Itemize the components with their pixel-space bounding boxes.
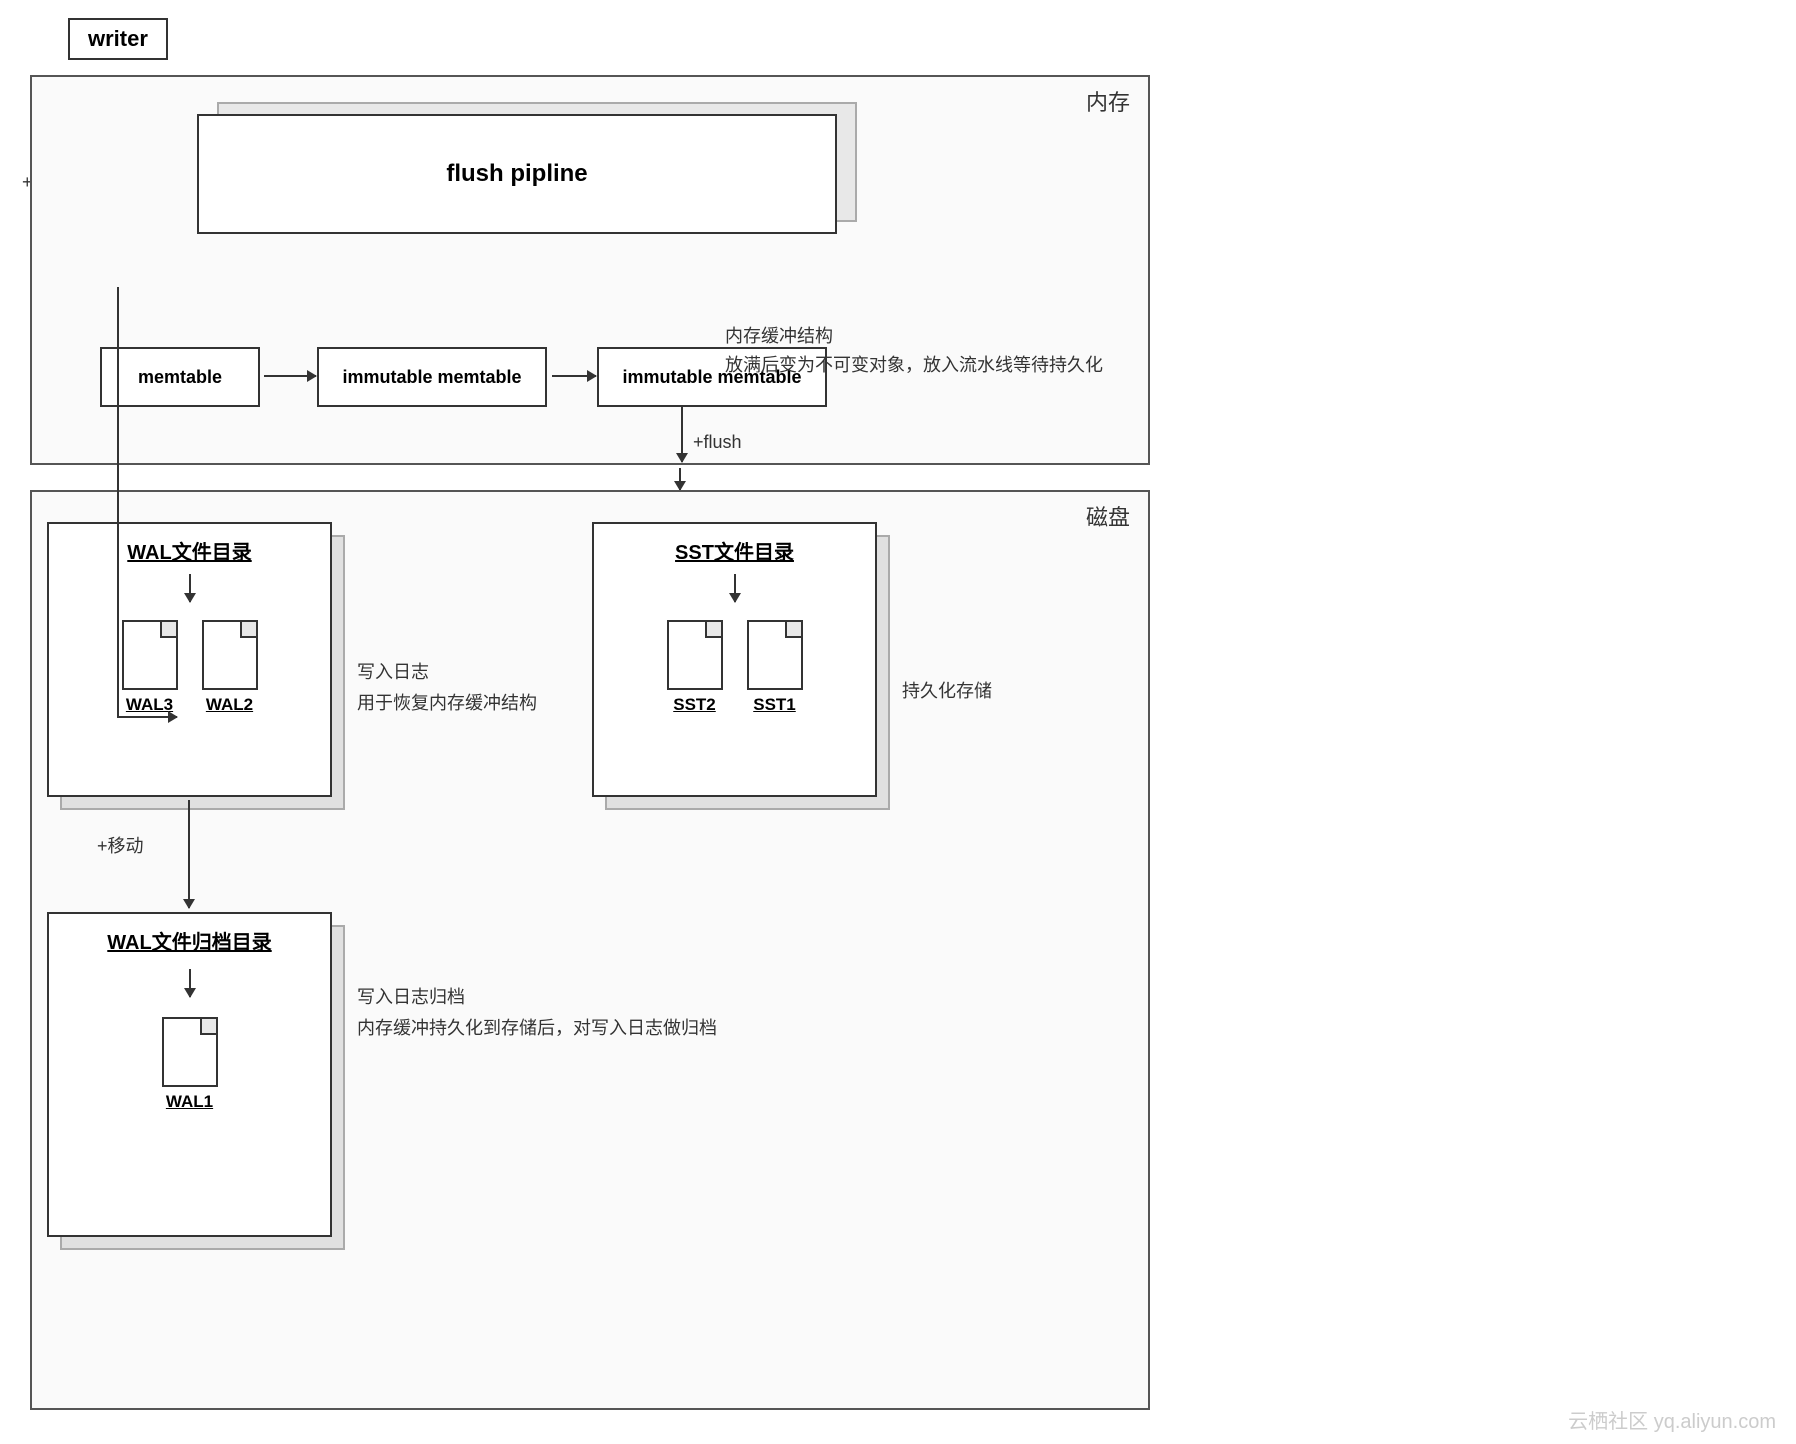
flush-pipeline-label: flush pipline	[446, 160, 587, 188]
immutable1-label: immutable memtable	[342, 367, 521, 388]
wal-archive-box: WAL文件归档目录 WAL1	[47, 912, 332, 1237]
wal-files-row: WAL3 WAL2	[49, 620, 330, 715]
wal1-icon	[162, 1017, 218, 1087]
sst-files-row: SST2 SST1	[594, 620, 875, 715]
flush-arrow	[679, 468, 681, 490]
wal-arch-note-line1: 写入日志归档	[357, 982, 717, 1013]
sst-dir-box: SST文件目录 SST2	[592, 522, 877, 797]
writer-box: writer	[68, 18, 168, 60]
wal2-label: WAL2	[206, 695, 253, 715]
wal-arch-title: WAL文件归档目录	[49, 914, 330, 955]
sst2-label: SST2	[673, 695, 716, 715]
wal3-label: WAL3	[126, 695, 173, 715]
arrow-imm2-down	[681, 407, 683, 462]
sst2-icon	[667, 620, 723, 690]
wal1-file: WAL1	[162, 1017, 218, 1112]
sst-note: 持久化存储	[902, 677, 992, 703]
sst2-file: SST2	[667, 620, 723, 715]
wal-dir-box: WAL文件目录 WAL3	[47, 522, 332, 797]
move-label: +移动	[97, 832, 144, 858]
memory-region: 内存 flush pipline memtable immutable memt…	[30, 75, 1150, 465]
memory-note-line2: 放满后变为不可变对象，放入流水线等待持久化	[725, 351, 1103, 380]
wal-dir-title: WAL文件目录	[49, 524, 330, 565]
arrow-imm1-imm2	[552, 375, 596, 377]
sst1-icon	[747, 620, 803, 690]
wal2-file: WAL2	[202, 620, 258, 715]
flush-pipeline-main: flush pipline	[197, 114, 837, 234]
wal-arch-note-line2: 内存缓冲持久化到存储后，对写入日志做归档	[357, 1013, 717, 1044]
wal-note-line2: 用于恢复内存缓冲结构	[357, 688, 537, 719]
arrow-wal-to-arch	[188, 800, 190, 908]
wal-arch-note: 写入日志归档 内存缓冲持久化到存储后，对写入日志做归档	[357, 982, 717, 1043]
writer-left-line	[117, 287, 119, 717]
disk-region: 磁盘 WAL文件目录 WAL3	[30, 490, 1150, 1410]
wal1-file-row: WAL1	[49, 1017, 330, 1112]
memory-label: 内存	[1086, 85, 1130, 117]
memory-note-line1: 内存缓冲结构	[725, 322, 1103, 351]
arrow-memtable-imm1	[264, 375, 316, 377]
flush-label: +flush	[693, 432, 742, 453]
main-canvas: writer +put、delete 内存 flush pipline memt…	[0, 0, 1796, 1444]
memtable-label: memtable	[138, 367, 222, 388]
sst-dir-title: SST文件目录	[594, 524, 875, 565]
wal-note: 写入日志 用于恢复内存缓冲结构	[357, 657, 537, 718]
sst1-label: SST1	[753, 695, 796, 715]
sst1-file: SST1	[747, 620, 803, 715]
wal-note-line1: 写入日志	[357, 657, 537, 688]
wal3-icon	[122, 620, 178, 690]
writer-wal-horizontal	[117, 716, 177, 718]
wal-arch-arrow-down	[189, 969, 191, 997]
memtable-box: memtable	[100, 347, 260, 407]
sst-dir-arrow-down	[734, 574, 736, 602]
flush-pipeline-container: flush pipline	[197, 102, 857, 237]
wal2-icon	[202, 620, 258, 690]
wal-dir-arrow-down	[189, 574, 191, 602]
wal3-file: WAL3	[122, 620, 178, 715]
writer-label: writer	[88, 26, 148, 51]
memory-note: 内存缓冲结构 放满后变为不可变对象，放入流水线等待持久化	[725, 322, 1103, 380]
disk-label: 磁盘	[1086, 500, 1130, 532]
immutable1-box: immutable memtable	[317, 347, 547, 407]
wal1-label: WAL1	[166, 1092, 213, 1112]
watermark: 云栖社区 yq.aliyun.com	[1568, 1405, 1776, 1434]
